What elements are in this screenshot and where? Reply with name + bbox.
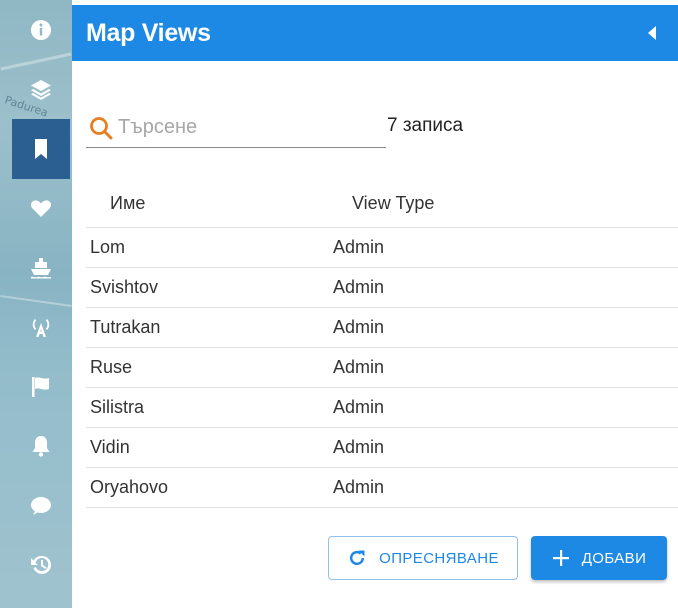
- heart-icon: [30, 200, 52, 218]
- cell-name: Tutrakan: [90, 317, 161, 337]
- ship-icon: [31, 257, 51, 279]
- refresh-button-label: ОПРЕСНЯВАНЕ: [379, 549, 499, 567]
- column-header-view-type[interactable]: View Type: [336, 193, 434, 214]
- sidebar-item-messages[interactable]: [12, 476, 70, 536]
- sidebar-item-favorites[interactable]: [12, 179, 70, 239]
- sidebar-item-map-views[interactable]: [12, 119, 70, 179]
- cell-view-type: Admin: [333, 477, 385, 497]
- flag-icon: [32, 376, 49, 397]
- sidebar-rail: [12, 0, 70, 608]
- cell-name: Silistra: [90, 397, 145, 417]
- sidebar-item-vessels[interactable]: [12, 238, 70, 298]
- table-row[interactable]: Vidin Admin: [86, 428, 678, 468]
- cell-view-type: Admin: [333, 277, 385, 297]
- cell-name: Vidin: [90, 437, 130, 457]
- cell-name: Lom: [90, 237, 126, 257]
- table-row[interactable]: Svishtov Admin: [86, 268, 678, 308]
- table-row[interactable]: Ruse Admin: [86, 348, 678, 388]
- cell-name: Svishtov: [90, 277, 159, 297]
- chat-icon: [31, 496, 51, 515]
- history-icon: [31, 556, 51, 575]
- sidebar-item-markers[interactable]: [12, 357, 70, 417]
- add-button[interactable]: ДОБАВИ: [531, 536, 667, 580]
- column-header-name[interactable]: Име: [86, 193, 336, 214]
- panel-header: Map Views: [72, 5, 678, 61]
- refresh-button[interactable]: ОПРЕСНЯВАНЕ: [328, 536, 518, 580]
- add-button-label: ДОБАВИ: [581, 549, 647, 567]
- refresh-icon: [350, 550, 365, 566]
- search-icon: [90, 116, 113, 139]
- collapse-panel-button[interactable]: [640, 21, 664, 45]
- sidebar-item-info[interactable]: [12, 0, 70, 60]
- layers-icon: [31, 80, 51, 101]
- record-count: 7 записа: [387, 115, 464, 136]
- table-row[interactable]: Oryahovo Admin: [86, 468, 678, 508]
- sidebar-item-stations[interactable]: [12, 298, 70, 358]
- table-row[interactable]: Tutrakan Admin: [86, 308, 678, 348]
- cell-view-type: Admin: [333, 317, 385, 337]
- page-title: Map Views: [86, 18, 211, 47]
- info-icon: [31, 19, 51, 40]
- cell-name: Ruse: [90, 357, 133, 377]
- map-views-table: Име View Type Lom Admin Svishtov Admin T…: [86, 180, 678, 508]
- bookmark-icon: [35, 138, 47, 159]
- cell-view-type: Admin: [333, 237, 385, 257]
- search-field: [86, 108, 386, 148]
- plus-icon: [552, 550, 569, 566]
- sidebar-item-alerts[interactable]: [12, 417, 70, 477]
- table-row[interactable]: Lom Admin: [86, 228, 678, 268]
- cell-view-type: Admin: [333, 437, 385, 457]
- cell-view-type: Admin: [333, 397, 385, 417]
- map-views-panel: Map Views 7 записа Име View Type Lom Adm…: [72, 0, 678, 608]
- bell-icon: [32, 436, 50, 457]
- search-input[interactable]: [118, 116, 378, 139]
- caret-left-icon: [648, 26, 656, 40]
- antenna-icon: [32, 319, 50, 338]
- table-row[interactable]: Silistra Admin: [86, 388, 678, 428]
- cell-name: Oryahovo: [90, 477, 169, 497]
- sidebar-item-history[interactable]: [12, 536, 70, 596]
- table-header: Име View Type: [86, 180, 678, 228]
- sidebar-item-layers[interactable]: [12, 60, 70, 120]
- cell-view-type: Admin: [333, 357, 385, 377]
